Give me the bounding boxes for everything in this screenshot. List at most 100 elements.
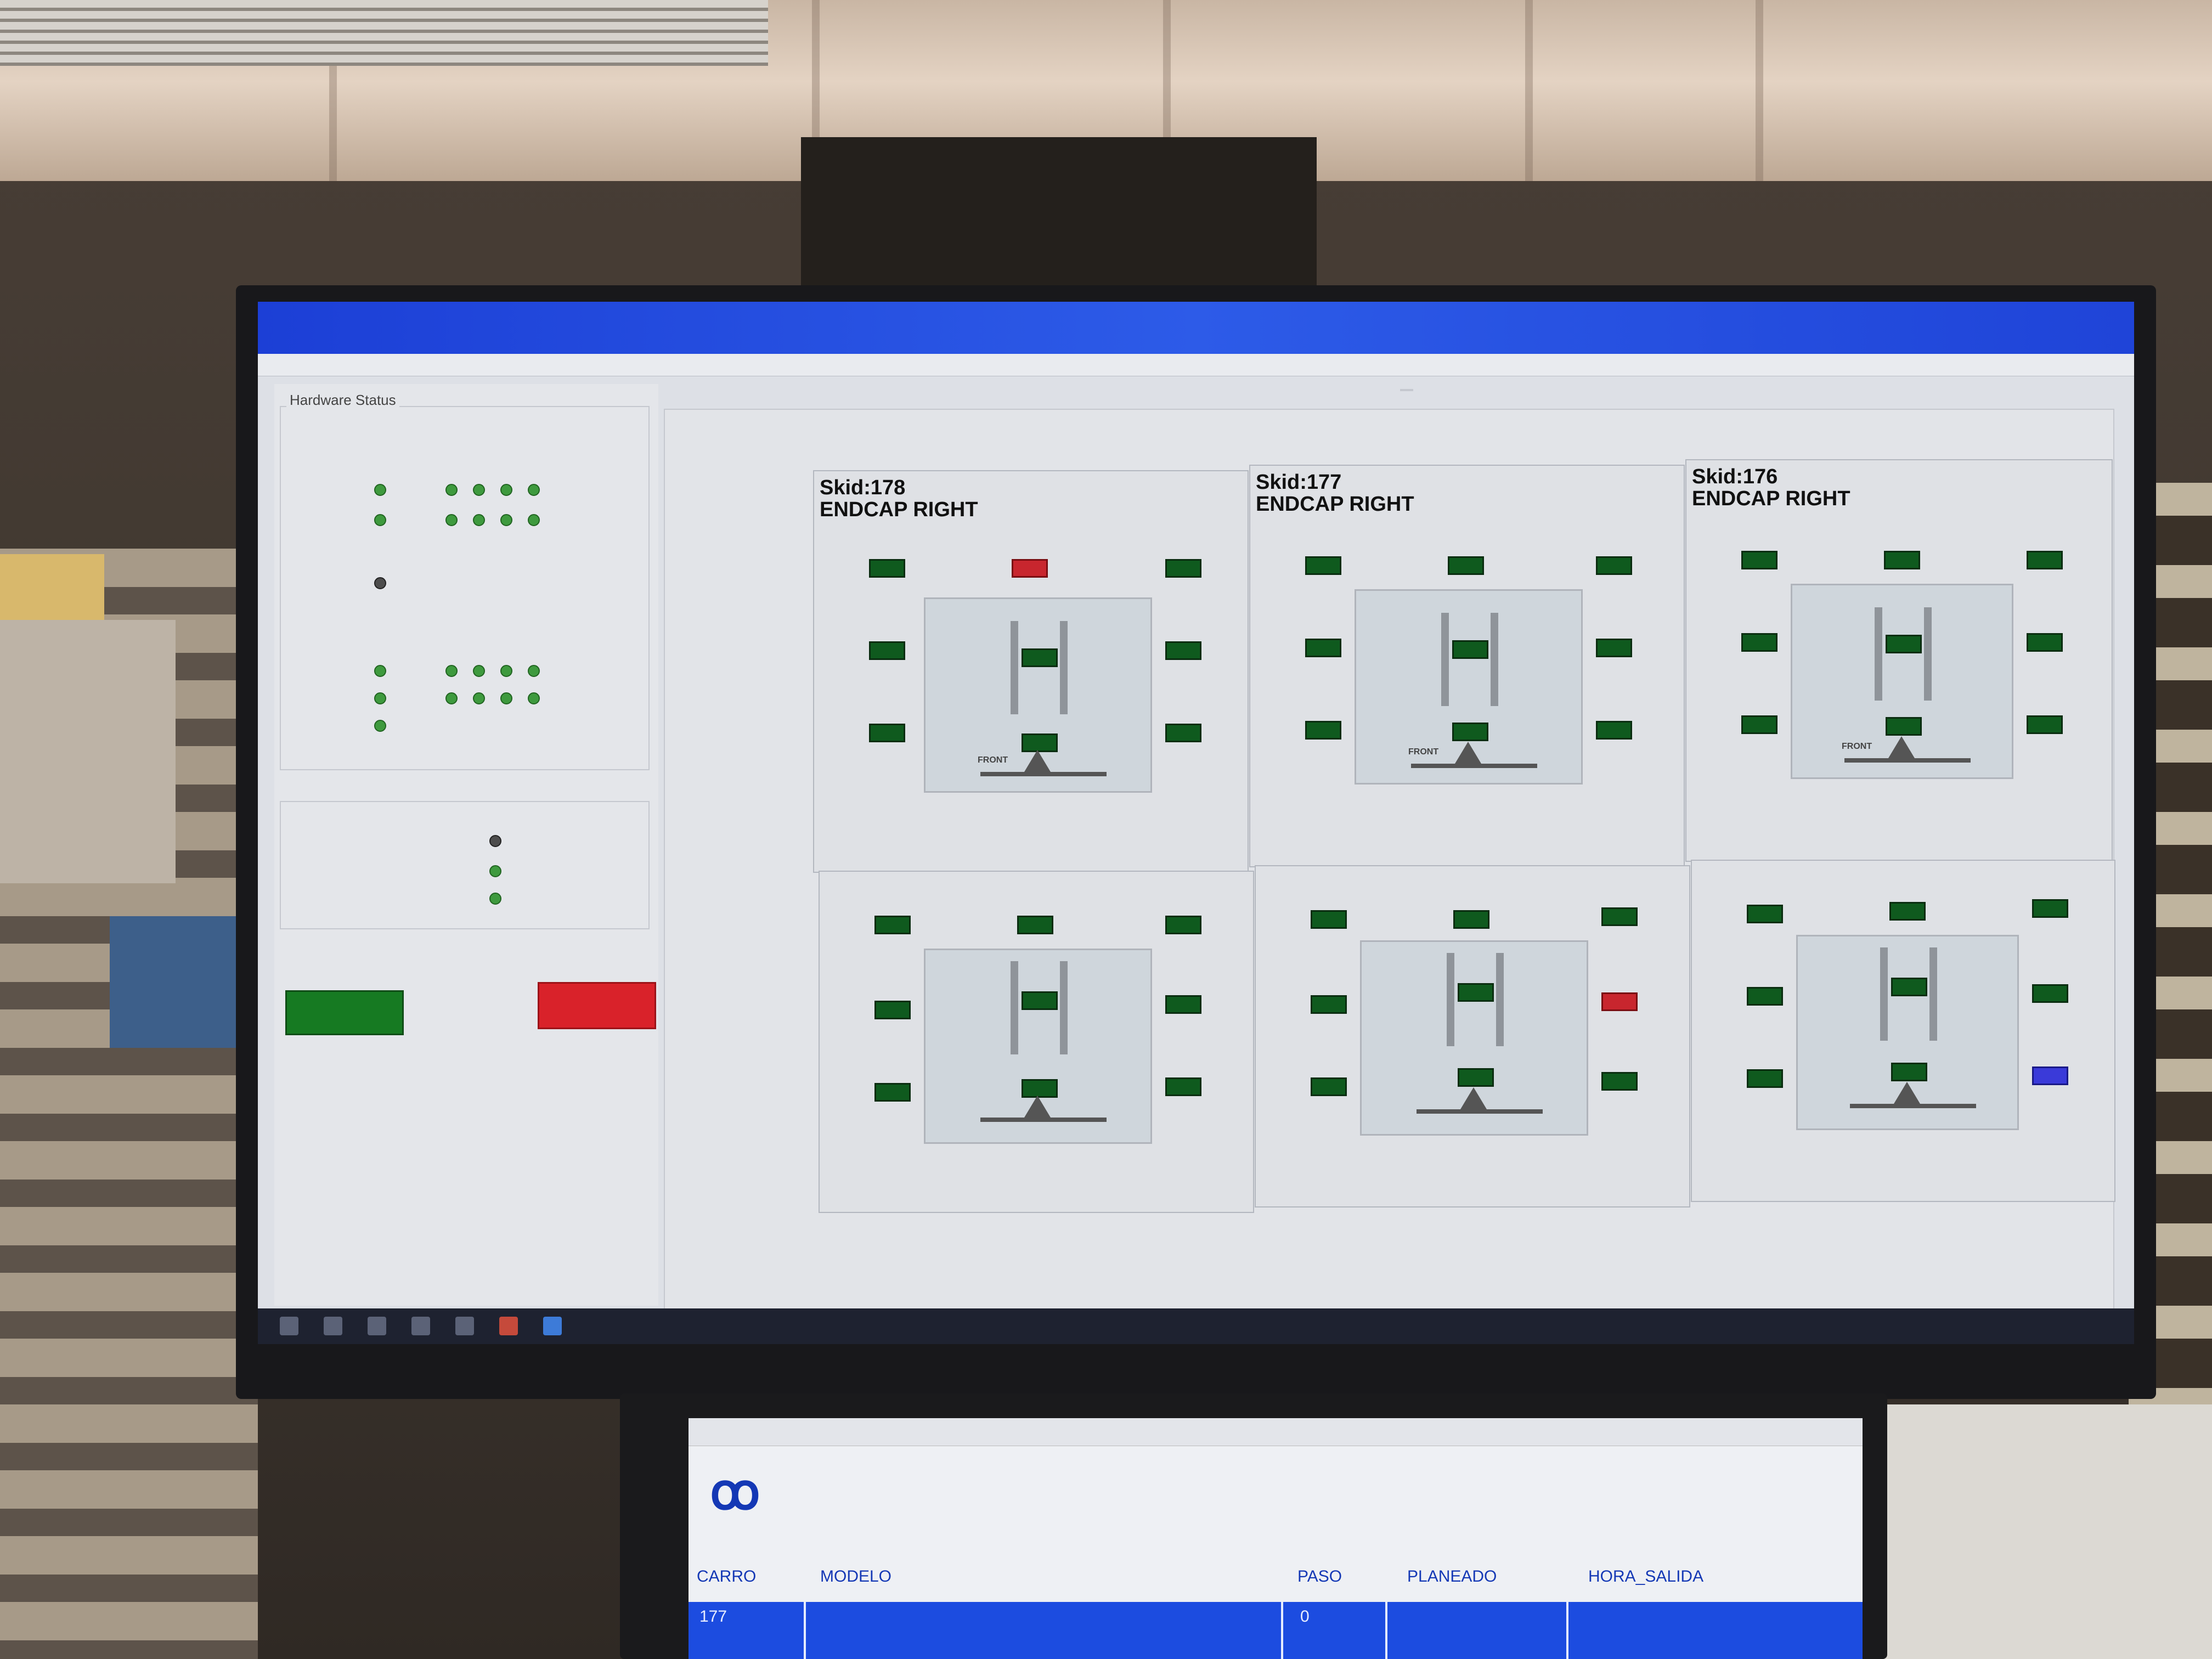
task-view-icon[interactable] — [368, 1317, 386, 1335]
fixture-rail — [1417, 1109, 1543, 1114]
sensor-indicator — [1305, 721, 1341, 740]
active-app-icon[interactable] — [543, 1317, 562, 1335]
app-icon[interactable] — [455, 1317, 474, 1335]
skid-card-176-bottom — [1691, 860, 2115, 1202]
fixture-base — [1024, 1096, 1051, 1118]
sensor-indicator — [1022, 1079, 1058, 1098]
status-led — [489, 835, 501, 847]
folder-icon[interactable] — [411, 1317, 430, 1335]
fixture-post — [1491, 613, 1498, 706]
sensor-indicator — [1889, 902, 1926, 921]
cell-separator — [1566, 1602, 1568, 1659]
window-titlebar[interactable] — [258, 302, 2134, 354]
sensor-indicator — [1022, 991, 1058, 1010]
fixture-rail — [980, 772, 1107, 776]
fixture-rail — [980, 1118, 1107, 1122]
sensor-indicator — [1596, 556, 1632, 575]
column-header-hora-salida: HORA_SALIDA — [1588, 1567, 1704, 1585]
taskbar — [258, 1308, 2134, 1344]
status-led — [445, 484, 458, 496]
skid-card-178-bottom — [819, 871, 1254, 1213]
fixture-post — [1441, 613, 1449, 706]
fixture-base — [1894, 1082, 1920, 1104]
browser-icon[interactable] — [499, 1317, 518, 1335]
cell-separator — [804, 1602, 806, 1659]
status-led — [445, 692, 458, 704]
sensor-indicator — [1601, 907, 1638, 926]
column-header-carro: CARRO — [697, 1567, 757, 1585]
sensor-indicator — [1311, 995, 1347, 1014]
fixture-post — [1924, 607, 1932, 701]
search-icon[interactable] — [324, 1317, 342, 1335]
sensor-indicator — [869, 559, 905, 578]
sensor-indicator — [1165, 1077, 1201, 1096]
duct-seam — [1756, 0, 1763, 181]
sensor-indicator — [1165, 995, 1201, 1014]
fixture-label: FRONT — [1408, 747, 1439, 757]
panel-tab-right[interactable] — [1400, 389, 1413, 391]
skid-card-178: Skid:178 ENDCAP RIGHT FRONT — [813, 470, 1249, 873]
sensor-indicator — [1017, 916, 1053, 934]
column-header-modelo: MODELO — [820, 1567, 892, 1585]
start-button[interactable] — [285, 990, 404, 1035]
status-led — [445, 665, 458, 677]
ceiling-vent — [0, 0, 768, 66]
status-led — [374, 484, 386, 496]
sensor-indicator — [1311, 1077, 1347, 1096]
sensor-indicator — [874, 1001, 911, 1019]
sensor-indicator — [1596, 639, 1632, 657]
fixture-base — [1024, 750, 1051, 772]
sensor-indicator — [874, 916, 911, 934]
fixture-diagram — [1796, 935, 2019, 1130]
fixture-rail — [1850, 1104, 1976, 1108]
status-led — [473, 665, 485, 677]
skid-card-176: Skid:176 ENDCAP RIGHT FRONT — [1685, 459, 2113, 862]
hardware-status-title: Hardware Status — [286, 392, 399, 409]
column-header-paso: PASO — [1297, 1567, 1342, 1585]
sensor-indicator — [1311, 910, 1347, 929]
skid-title: Skid:176 ENDCAP RIGHT — [1692, 466, 1850, 510]
cell-paso: 0 — [1300, 1607, 1310, 1626]
fixture-diagram: FRONT — [1791, 584, 2013, 779]
fixture-rail — [1844, 758, 1971, 763]
status-led — [374, 692, 386, 704]
fixture-diagram — [924, 949, 1152, 1144]
cell-carro: 177 — [699, 1607, 727, 1626]
sensor-indicator — [1741, 551, 1778, 569]
skid-side: ENDCAP RIGHT — [1692, 487, 1850, 510]
table-row[interactable] — [689, 1602, 1863, 1659]
second-monitor: ꝏ CARRO MODELO PASO PLANEADO HORA_SALIDA… — [620, 1393, 1887, 1659]
status-led — [528, 665, 540, 677]
fixture-post — [1060, 961, 1068, 1054]
skid-panel: Skid:178 ENDCAP RIGHT FRONT Skid:177 END… — [664, 389, 2115, 1311]
status-led — [500, 514, 512, 526]
column-header-planeado: PLANEADO — [1407, 1567, 1497, 1585]
paper-stack — [1876, 1404, 2212, 1659]
status-led — [374, 577, 386, 589]
sensor-indicator — [1747, 1069, 1783, 1088]
sensor-indicator — [1305, 639, 1341, 657]
sensor-indicator — [2027, 715, 2063, 734]
skid-title: Skid:177 ENDCAP RIGHT — [1256, 471, 1414, 515]
hardware-status-group: Hardware Status — [280, 392, 650, 770]
fixture-post — [1011, 621, 1018, 714]
sensor-indicator — [1741, 633, 1778, 652]
sensor-indicator — [1165, 916, 1201, 934]
sensor-indicator — [1884, 551, 1920, 569]
cardboard-box — [0, 620, 176, 883]
cell-separator — [1385, 1602, 1387, 1659]
stop-button[interactable] — [538, 982, 656, 1029]
browser-titlebar[interactable] — [689, 1418, 1863, 1446]
blue-crate — [110, 916, 241, 1048]
start-menu-icon[interactable] — [280, 1317, 298, 1335]
fixture-post — [1880, 947, 1888, 1041]
fixture-base — [1460, 1087, 1487, 1109]
status-led — [500, 692, 512, 704]
skid-side: ENDCAP RIGHT — [820, 498, 978, 521]
fixture-post — [1011, 961, 1018, 1054]
fixture-post — [1447, 953, 1454, 1046]
status-led — [374, 720, 386, 732]
status-led — [500, 665, 512, 677]
sensor-indicator — [1453, 910, 1489, 929]
skid-side: ENDCAP RIGHT — [1256, 493, 1414, 516]
